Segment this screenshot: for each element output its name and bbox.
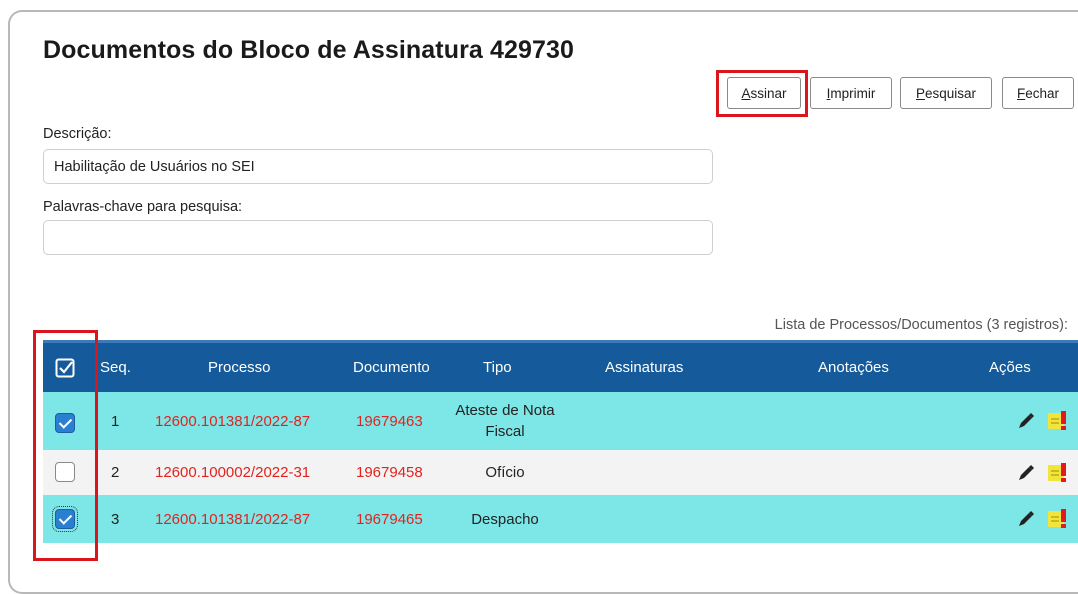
row-seq: 2 bbox=[111, 464, 120, 481]
col-assinaturas[interactable]: Assinaturas bbox=[605, 343, 683, 392]
search-button[interactable]: Pesquisar bbox=[900, 77, 992, 109]
col-tipo[interactable]: Tipo bbox=[483, 343, 512, 392]
pen-icon[interactable] bbox=[1016, 411, 1036, 431]
processo-link[interactable]: 12600.101381/2022-87 bbox=[155, 392, 310, 450]
row-actions bbox=[1016, 495, 1066, 543]
checkbox-column-highlight bbox=[33, 330, 98, 561]
note-alert-icon[interactable] bbox=[1048, 509, 1066, 528]
pen-icon[interactable] bbox=[1016, 509, 1036, 529]
processo-link[interactable]: 12600.100002/2022-31 bbox=[155, 450, 310, 495]
documento-link[interactable]: 19679458 bbox=[356, 450, 423, 495]
note-alert-icon[interactable] bbox=[1048, 462, 1066, 482]
page-title: Documentos do Bloco de Assinatura 429730 bbox=[43, 36, 575, 64]
col-documento[interactable]: Documento bbox=[353, 343, 430, 392]
description-field[interactable]: Habilitação de Usuários no SEI bbox=[43, 149, 713, 184]
row-tipo: Ateste de Nota Fiscal bbox=[455, 402, 555, 440]
table-caption: Lista de Processos/Documentos (3 registr… bbox=[774, 317, 1068, 333]
col-anotacoes[interactable]: Anotações bbox=[818, 343, 889, 392]
description-label: Descrição: bbox=[43, 126, 112, 142]
processo-link[interactable]: 12600.101381/2022-87 bbox=[155, 495, 310, 543]
row-actions bbox=[1016, 450, 1066, 495]
print-button[interactable]: Imprimir bbox=[810, 77, 892, 109]
table-row: 3 12600.101381/2022-87 19679465 Despacho bbox=[43, 495, 1078, 543]
table-header: Seq. Processo Documento Tipo Assinaturas… bbox=[43, 340, 1078, 392]
row-seq: 3 bbox=[111, 510, 120, 528]
table-row: 1 12600.101381/2022-87 19679463 Ateste d… bbox=[43, 392, 1078, 450]
note-alert-icon[interactable] bbox=[1048, 411, 1066, 430]
col-seq[interactable]: Seq. bbox=[100, 343, 131, 392]
documento-link[interactable]: 19679463 bbox=[356, 392, 423, 450]
row-tipo: Ofício bbox=[485, 464, 525, 481]
row-actions bbox=[1016, 392, 1066, 450]
row-tipo: Despacho bbox=[471, 510, 539, 528]
table-row: 2 12600.100002/2022-31 19679458 Ofício bbox=[43, 450, 1078, 495]
close-button[interactable]: Fechar bbox=[1002, 77, 1074, 109]
row-seq: 1 bbox=[111, 412, 120, 430]
keywords-field[interactable] bbox=[43, 220, 713, 255]
sign-button-highlight bbox=[716, 70, 808, 117]
col-processo[interactable]: Processo bbox=[208, 343, 271, 392]
keywords-label: Palavras-chave para pesquisa: bbox=[43, 199, 243, 215]
col-acoes: Ações bbox=[989, 359, 1031, 376]
documento-link[interactable]: 19679465 bbox=[356, 495, 423, 543]
pen-icon[interactable] bbox=[1016, 463, 1036, 483]
